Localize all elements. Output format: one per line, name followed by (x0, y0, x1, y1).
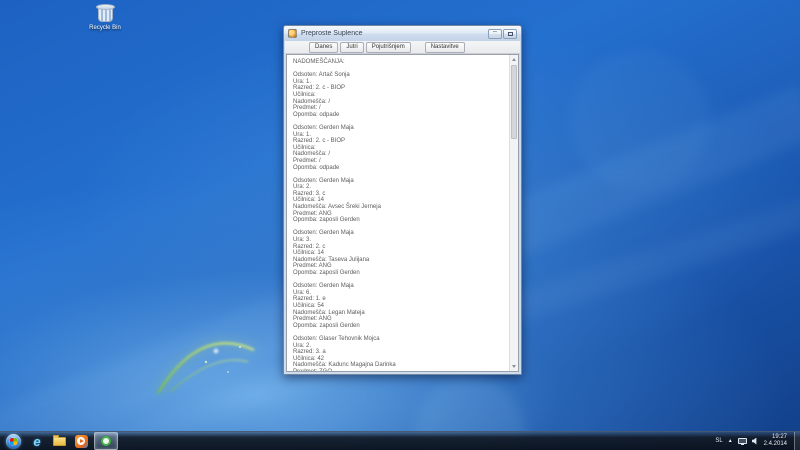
entry-line: Predmet: ANG (293, 263, 509, 270)
start-button[interactable] (6, 434, 21, 449)
arrow-up-icon (512, 58, 516, 61)
recycle-bin-label: Recycle Bin (82, 25, 128, 31)
internet-explorer-icon: e (33, 435, 40, 448)
substitution-entry: Odsoten: Gerden MajaUra: 1.Razred: 2. c … (293, 125, 509, 171)
minimize-icon: – (493, 30, 497, 34)
substitution-entry: Odsoten: Gerden MajaUra: 3.Razred: 2. cU… (293, 230, 509, 276)
entry-line: Predmet: / (293, 158, 509, 165)
maximize-button[interactable] (503, 29, 517, 39)
entry-line: Nadomešča: Avsec Šreki Jerneja (293, 204, 509, 211)
entry-line: Predmet: / (293, 105, 509, 112)
folder-icon (53, 437, 66, 446)
nastavitve-button[interactable]: Nastavitve (425, 42, 465, 53)
scroll-up-button[interactable] (510, 55, 518, 64)
entry-line: Razred: 3. a (293, 349, 509, 356)
entry-line: Nadomešča: / (293, 151, 509, 158)
hidden-icons-button[interactable]: ▲ (728, 438, 733, 444)
system-tray: SL ▲ 19:27 2.4.2014 (715, 432, 800, 450)
entry-line: Razred: 2. c (293, 244, 509, 251)
entry-line: Odsoten: Artač Sonja (293, 72, 509, 79)
entry-line: Nadomešča: Kadunc Magajna Darinka (293, 362, 509, 369)
entry-line: Opomba: zaposli Gerden (293, 270, 509, 277)
entry-line: Učilnica: 42 (293, 356, 509, 363)
entry-line: Ura: 2. (293, 343, 509, 350)
entry-line: Opomba: odpade (293, 112, 509, 119)
substitution-entry: Odsoten: Glaser Tehovnik MojcaUra: 2.Raz… (293, 336, 509, 371)
recycle-bin-icon (98, 6, 113, 22)
maximize-icon (508, 32, 513, 36)
suplence-app-icon (101, 436, 111, 446)
network-icon[interactable] (738, 438, 747, 444)
entry-line: Učilnica: 14 (293, 250, 509, 257)
substitutions-pane: NADOMEŠČANJA: Odsoten: Artač SonjaUra: 1… (287, 55, 509, 371)
entry-line: Predmet: ANG (293, 316, 509, 323)
entry-line: Nadomešča: Legan Mateja (293, 310, 509, 317)
scrollbar[interactable] (509, 55, 518, 371)
entry-line: Razred: 1. e (293, 296, 509, 303)
entry-line: Nadomešča: / (293, 99, 509, 106)
entry-line: Ura: 6. (293, 290, 509, 297)
entry-line: Učilnica: (293, 92, 509, 99)
entry-line: Odsoten: Gerden Maja (293, 125, 509, 132)
entry-line: Opomba: zaposli Gerden (293, 323, 509, 330)
scroll-down-button[interactable] (510, 362, 518, 371)
pojutrisnjem-button[interactable]: Pojutrišnjem (366, 42, 411, 53)
clock[interactable]: 19:27 2.4.2014 (764, 434, 787, 448)
clock-time: 19:27 (764, 434, 787, 441)
entry-line: Opomba: odpade (293, 165, 509, 172)
entry-line: Razred: 2. c - BIOP (293, 138, 509, 145)
recycle-bin[interactable]: Recycle Bin (82, 6, 128, 31)
entry-line: Ura: 1. (293, 79, 509, 86)
window-title: Preproste Suplence (301, 30, 488, 37)
entry-line: Odsoten: Gerden Maja (293, 178, 509, 185)
entry-line: Učilnica: (293, 145, 509, 152)
scrollbar-thumb[interactable] (511, 65, 517, 139)
danes-button[interactable]: Danes (309, 42, 338, 53)
windows-flag-icon (10, 438, 17, 445)
entry-line: Razred: 3. c (293, 191, 509, 198)
media-player-button[interactable] (72, 433, 90, 449)
app-window: Preproste Suplence – Danes Jutri Pojutri… (283, 25, 522, 375)
minimize-button[interactable]: – (488, 29, 502, 39)
suplence-app-taskbar-button[interactable] (94, 432, 118, 450)
substitution-list: Odsoten: Artač SonjaUra: 1.Razred: 2. c … (293, 72, 509, 371)
substitutions-heading: NADOMEŠČANJA: (293, 59, 509, 66)
entry-line: Ura: 3. (293, 237, 509, 244)
language-indicator[interactable]: SL (715, 438, 722, 444)
clock-date: 2.4.2014 (764, 441, 787, 448)
substitution-entry: Odsoten: Gerden MajaUra: 2.Razred: 3. cU… (293, 178, 509, 224)
file-explorer-button[interactable] (50, 433, 68, 449)
substitution-entry: Odsoten: Gerden MajaUra: 6.Razred: 1. eU… (293, 283, 509, 329)
entry-line: Odsoten: Glaser Tehovnik Mojca (293, 336, 509, 343)
entry-line: Predmet: ANG (293, 211, 509, 218)
substitution-entry: Odsoten: Artač SonjaUra: 1.Razred: 2. c … (293, 72, 509, 118)
arrow-down-icon (512, 365, 516, 368)
internet-explorer-button[interactable]: e (28, 433, 46, 449)
entry-line: Učilnica: 54 (293, 303, 509, 310)
entry-line: Ura: 1. (293, 132, 509, 139)
entry-line: Opomba: zaposli Gerden (293, 217, 509, 224)
app-icon (288, 29, 297, 38)
window-controls: – (488, 29, 517, 39)
toolbar: Danes Jutri Pojutrišnjem Nastavitve (285, 41, 520, 54)
entry-line: Nadomešča: Taseva Julijana (293, 257, 509, 264)
titlebar[interactable]: Preproste Suplence – (284, 26, 521, 41)
desktop[interactable]: Recycle Bin Preproste Suplence – Danes J… (0, 0, 800, 450)
jutri-button[interactable]: Jutri (340, 42, 363, 53)
entry-line: Razred: 2. c - BIOP (293, 85, 509, 92)
entry-line: Predmet: ZGO (293, 369, 509, 371)
content-area: NADOMEŠČANJA: Odsoten: Artač SonjaUra: 1… (286, 54, 519, 372)
volume-icon[interactable] (752, 438, 759, 445)
entry-line: Odsoten: Gerden Maja (293, 283, 509, 290)
entry-line: Odsoten: Gerden Maja (293, 230, 509, 237)
entry-line: Ura: 2. (293, 184, 509, 191)
media-player-icon (75, 435, 88, 448)
show-desktop-button[interactable] (794, 432, 800, 450)
taskbar: e SL ▲ 19:27 2.4.2014 (0, 431, 800, 450)
